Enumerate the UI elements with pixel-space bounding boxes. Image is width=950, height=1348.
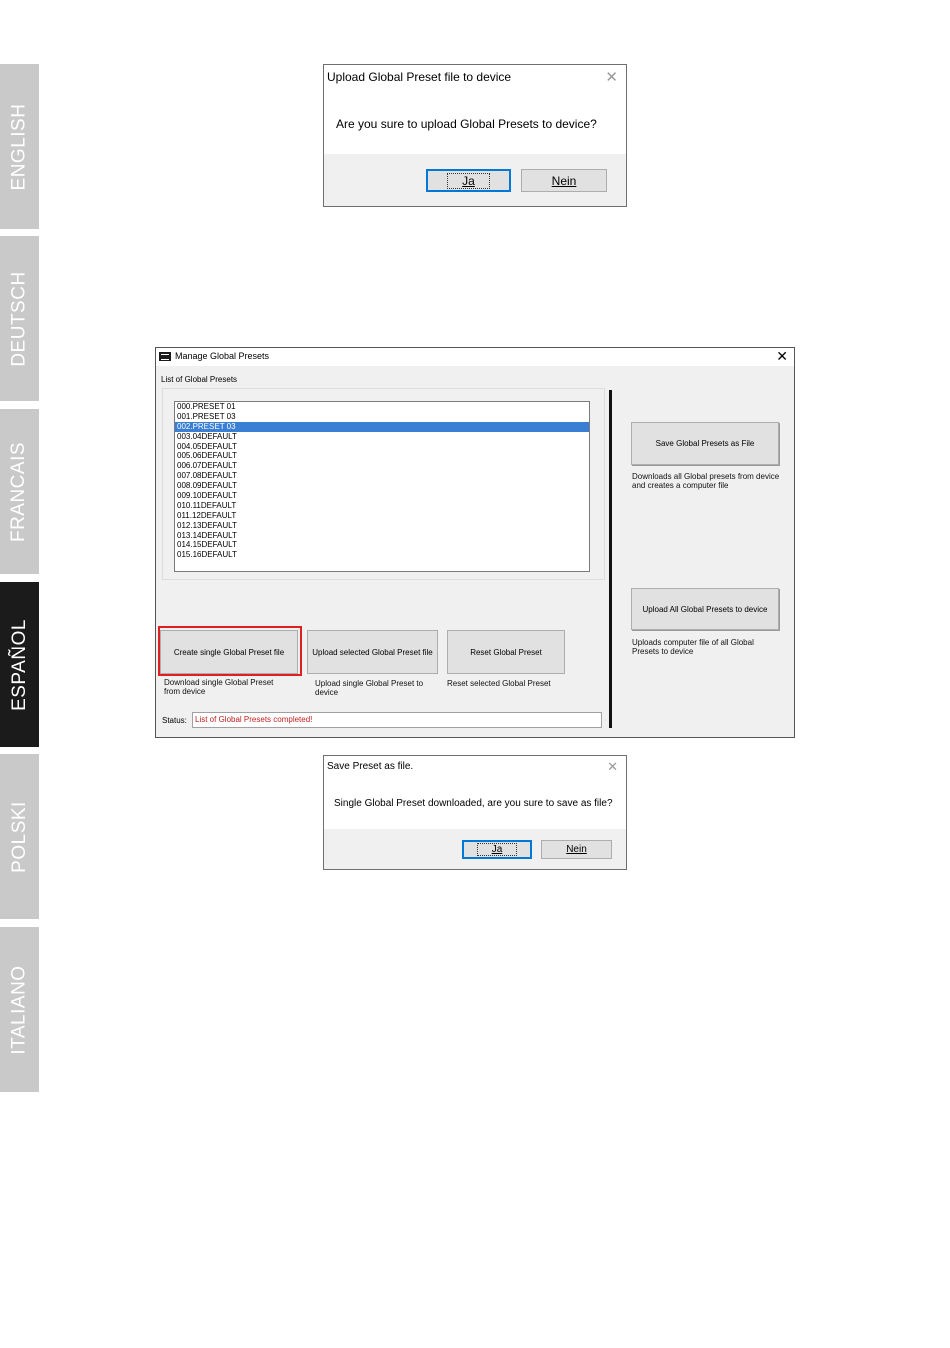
list-item[interactable]: 008.09DEFAULT [175,481,589,491]
dialog-title: Save Preset as file. [327,761,414,772]
list-item[interactable]: 004.05DEFAULT [175,442,589,452]
lang-tab-label: ENGLISH [8,103,30,190]
status-label: Status: [162,716,187,725]
lang-tab-english[interactable]: ENGLISH [0,64,39,229]
dialog-message: Are you sure to upload Global Presets to… [336,117,597,131]
dialog-message: Single Global Preset downloaded, are you… [334,798,613,809]
upload-confirm-dialog: Upload Global Preset file to device ✕ Ar… [323,64,627,207]
preset-listbox[interactable]: 000.PRESET 01 001.PRESET 03 002.PRESET 0… [174,401,590,572]
status-field: List of Global Presets completed! [192,712,602,728]
dialog-footer: Ja Nein [324,829,626,869]
window-title: Manage Global Presets [175,351,270,361]
upload-all-presets-description: Uploads computer file of all Global Pres… [632,638,754,656]
no-button[interactable]: Nein [541,840,612,859]
list-item[interactable]: 013.14DEFAULT [175,531,589,541]
lang-tab-label: FRANCAIS [8,441,30,542]
list-item[interactable]: 006.07DEFAULT [175,461,589,471]
list-item[interactable]: 000.PRESET 01 [175,402,589,412]
list-item[interactable]: 005.06DEFAULT [175,451,589,461]
save-preset-dialog: Save Preset as file. ✕ Single Global Pre… [323,755,627,870]
close-icon[interactable]: ✕ [607,760,618,773]
lang-tab-francais[interactable]: FRANCAIS [0,409,39,574]
list-item[interactable]: 010.11DEFAULT [175,501,589,511]
lang-tab-deutsch[interactable]: DEUTSCH [0,236,39,401]
highlight-box [158,626,302,676]
create-single-preset-description: Download single Global Preset from devic… [164,678,274,696]
list-item[interactable]: 012.13DEFAULT [175,521,589,531]
reset-global-preset-description: Reset selected Global Preset [447,679,551,688]
lang-tab-label: ESPAÑOL [8,618,30,711]
manage-global-presets-window: Manage Global Presets ✕ List of Global P… [155,347,795,738]
close-icon[interactable]: ✕ [776,349,788,363]
save-global-presets-button[interactable]: Save Global Presets as File [631,422,779,465]
list-item[interactable]: 007.08DEFAULT [175,471,589,481]
list-item[interactable]: 003.04DEFAULT [175,432,589,442]
app-icon [159,352,171,361]
upload-all-presets-button[interactable]: Upload All Global Presets to device [631,588,779,630]
lang-tab-italiano[interactable]: ITALIANO [0,927,39,1092]
lang-tab-label: ITALIANO [8,964,30,1055]
list-item[interactable]: 009.10DEFAULT [175,491,589,501]
save-global-presets-description: Downloads all Global presets from device… [632,472,780,490]
list-label: List of Global Presets [161,375,238,384]
list-item[interactable]: 015.16DEFAULT [175,550,589,560]
list-item-selected[interactable]: 002.PRESET 03 [175,421,589,432]
no-button[interactable]: Nein [521,169,607,192]
yes-button-label: Ja [476,843,518,856]
list-item[interactable]: 001.PRESET 03 [175,412,589,422]
lang-tab-espanol[interactable]: ESPAÑOL [0,582,39,747]
yes-button-label: Ja [447,172,490,189]
upload-selected-preset-description: Upload single Global Preset to device [315,679,424,697]
lang-tab-label: DEUTSCH [8,270,30,367]
close-icon[interactable]: ✕ [605,70,618,85]
lang-tab-label: POLSKI [8,800,30,873]
dialog-footer: Ja Nein [324,154,626,206]
reset-global-preset-button[interactable]: Reset Global Preset [447,630,565,674]
no-button-label: Nein [551,173,577,188]
list-item[interactable]: 011.12DEFAULT [175,511,589,521]
dialog-title: Upload Global Preset file to device [327,70,512,84]
vertical-divider [609,390,612,728]
upload-selected-preset-button[interactable]: Upload selected Global Preset file [307,630,438,674]
yes-button[interactable]: Ja [426,169,511,192]
lang-tab-polski[interactable]: POLSKI [0,754,39,919]
yes-button[interactable]: Ja [462,840,532,859]
no-button-label: Nein [566,844,587,855]
list-item[interactable]: 014.15DEFAULT [175,540,589,550]
title-bar: Manage Global Presets ✕ [156,348,794,366]
